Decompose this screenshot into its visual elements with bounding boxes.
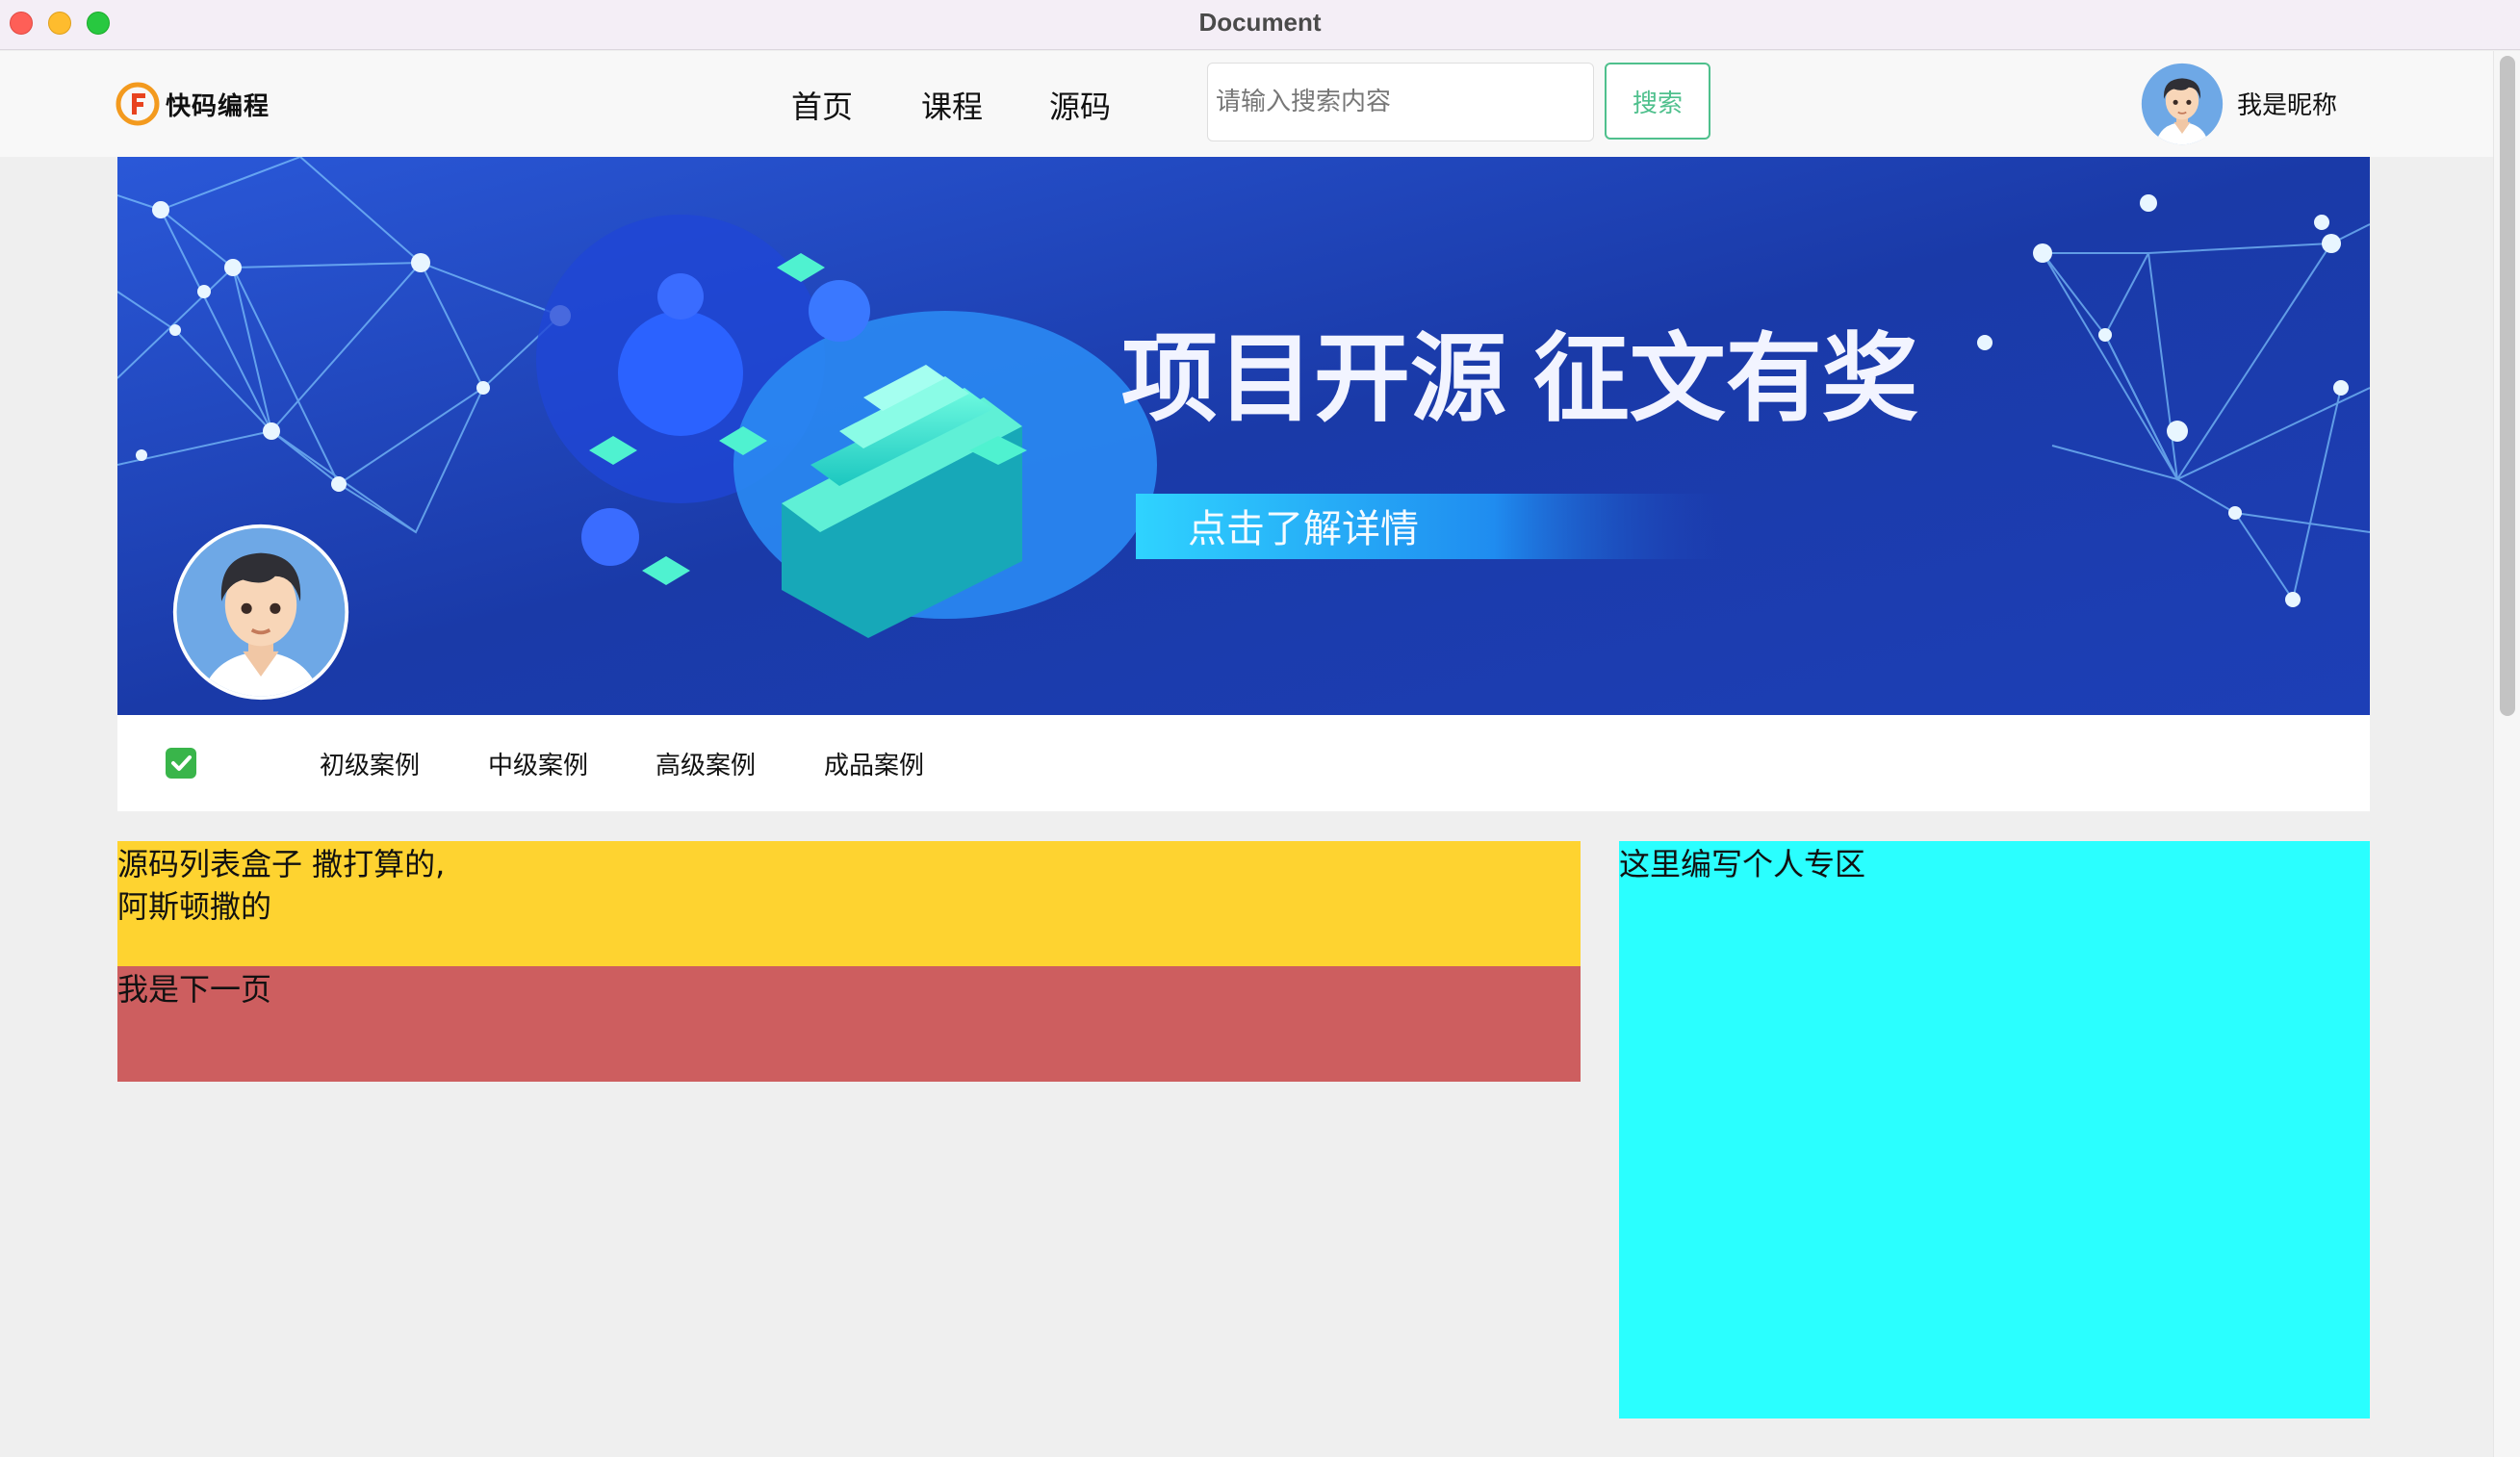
personal-zone-box: 这里编写个人专区 bbox=[1619, 841, 2370, 1419]
window-titlebar: Document bbox=[0, 0, 2520, 50]
search-input[interactable] bbox=[1207, 63, 1594, 141]
search-button[interactable]: 搜索 bbox=[1605, 63, 1710, 140]
user-avatar-icon[interactable] bbox=[2141, 63, 2224, 145]
nav-home[interactable]: 首页 bbox=[791, 80, 853, 130]
nav-source[interactable]: 源码 bbox=[1049, 80, 1111, 130]
source-list-text: 源码列表盒子 撒打算的, 阿斯顿撒的 bbox=[117, 846, 446, 925]
tab-intermediate-cases[interactable]: 中级案例 bbox=[488, 746, 588, 781]
nav-courses[interactable]: 课程 bbox=[921, 80, 983, 130]
banner-cta[interactable]: 点击了解详情 bbox=[1188, 508, 1419, 550]
source-list-box: 源码列表盒子 撒打算的, 阿斯顿撒的 bbox=[117, 841, 1581, 966]
scrollbar-thumb[interactable] bbox=[2500, 56, 2515, 716]
window-title: Document bbox=[1198, 8, 1322, 37]
tab-advanced-cases[interactable]: 高级案例 bbox=[656, 746, 756, 781]
case-tabbar: 初级案例 中级案例 高级案例 成品案例 bbox=[117, 715, 2370, 811]
logo-f-icon bbox=[116, 82, 160, 126]
personal-zone-text: 这里编写个人专区 bbox=[1619, 846, 1866, 882]
promo-banner[interactable]: 项目开源 征文有奖 点击了解详情 bbox=[117, 157, 2370, 715]
next-page-box: 我是下一页 bbox=[117, 966, 1581, 1082]
logo-text: 快码编程 bbox=[166, 91, 270, 121]
banner-headline: 项目开源 征文有奖 bbox=[1121, 325, 1918, 433]
site-header: 快码编程 首页 课程 源码 搜索 我是昵称 bbox=[0, 51, 2493, 157]
tab-beginner-cases[interactable]: 初级案例 bbox=[320, 746, 420, 781]
site-logo[interactable]: 快码编程 bbox=[116, 80, 270, 128]
tab-finished-cases[interactable]: 成品案例 bbox=[824, 746, 924, 781]
profile-avatar-icon[interactable] bbox=[171, 523, 350, 702]
check-icon[interactable] bbox=[166, 748, 196, 779]
next-page-text: 我是下一页 bbox=[117, 971, 272, 1008]
banner-artwork: 项目开源 征文有奖 点击了解详情 bbox=[117, 157, 2370, 715]
user-nickname[interactable]: 我是昵称 bbox=[2237, 86, 2337, 121]
